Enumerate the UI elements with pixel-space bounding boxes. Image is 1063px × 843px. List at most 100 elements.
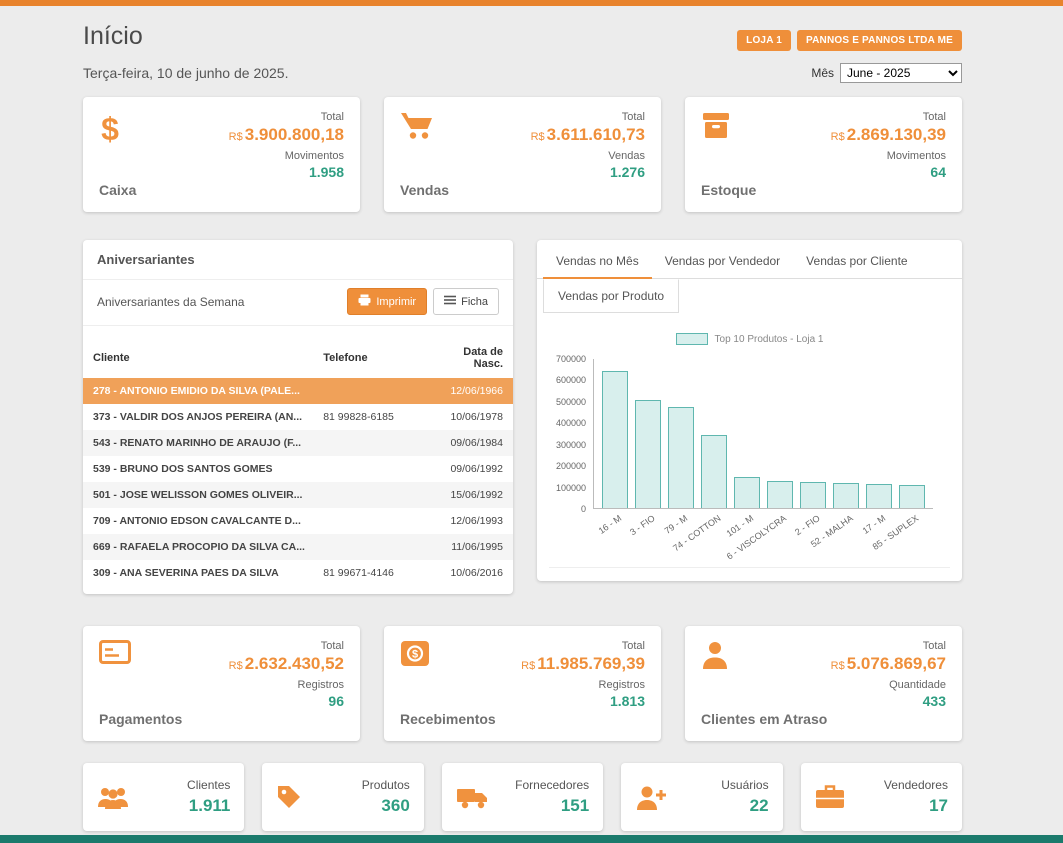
birthdate-cell: 10/06/2016 — [427, 560, 513, 586]
phone-cell: 81 99828-6185 — [315, 404, 427, 430]
birthdate-cell: 09/06/1984 — [427, 430, 513, 456]
phone-cell — [315, 534, 427, 560]
y-tick-label: 600000 — [556, 375, 586, 385]
column-header-cliente: Cliente — [83, 338, 315, 378]
mini-card-produtos: Produtos 360 — [262, 763, 423, 831]
birthdate-cell: 12/06/1993 — [427, 508, 513, 534]
total-label: Total — [521, 640, 645, 652]
table-row[interactable]: 539 - BRUNO DOS SANTOS GOMES09/06/1992 — [83, 456, 513, 482]
top-stat-cards: $ Caixa Total R$3.900.800,18 Movimentos … — [83, 97, 962, 212]
total-label: Total — [531, 111, 645, 123]
column-header-data-nasc: Data de Nasc. — [427, 338, 513, 378]
total-label: Total — [831, 111, 946, 123]
bar-group: 101 - M — [734, 477, 760, 508]
total-amount: R$3.900.800,18 — [229, 125, 344, 145]
phone-cell: 81 99671-4146 — [315, 560, 427, 586]
table-row[interactable]: 543 - RENATO MARINHO DE ARAUJO (F...09/0… — [83, 430, 513, 456]
birthdays-table: Cliente Telefone Data de Nasc. 278 - ANT… — [83, 338, 513, 586]
date-row: Terça-feira, 10 de junho de 2025. Mês Ju… — [83, 63, 962, 83]
dashboard-page: Início LOJA 1 PANNOS E PANNOS LTDA ME Te… — [0, 0, 1063, 843]
mini-card-label: Clientes — [135, 778, 230, 792]
total-amount: R$2.869.130,39 — [831, 125, 946, 145]
bar-group: 52 - MALHA — [833, 483, 859, 508]
count-value: 1.276 — [531, 164, 645, 180]
bar-group: 16 - M — [602, 371, 628, 508]
company-button[interactable]: PANNOS E PANNOS LTDA ME — [797, 30, 962, 51]
chart-bars: 16 - M3 - FIO79 - M74 - COTTON101 - M6 -… — [593, 359, 933, 509]
mini-card-clientes: Clientes 1.911 — [83, 763, 244, 831]
y-tick-label: 300000 — [556, 440, 586, 450]
mini-card-value: 22 — [673, 796, 768, 816]
bar — [899, 485, 925, 508]
ficha-button[interactable]: Ficha — [433, 288, 499, 315]
birthdate-cell: 15/06/1992 — [427, 482, 513, 508]
mini-card-fornecedores: Fornecedores 151 — [442, 763, 603, 831]
month-select[interactable]: June - 2025 — [840, 63, 962, 83]
people-icon — [97, 785, 135, 809]
header: Início LOJA 1 PANNOS E PANNOS LTDA ME — [83, 22, 962, 51]
table-header-row: Cliente Telefone Data de Nasc. — [83, 338, 513, 378]
stat-card-title: Caixa — [99, 182, 136, 198]
main-content: Início LOJA 1 PANNOS E PANNOS LTDA ME Te… — [0, 6, 1063, 831]
mini-card-label: Usuários — [673, 778, 768, 792]
bar-group: 6 - VISCOLYCRA — [767, 481, 793, 508]
mini-card-value: 17 — [853, 796, 948, 816]
header-buttons: LOJA 1 PANNOS E PANNOS LTDA ME — [737, 30, 962, 51]
briefcase-icon — [815, 784, 853, 810]
birthdays-table-body: 278 - ANTONIO EMIDIO DA SILVA (PALE... 12… — [83, 378, 513, 586]
store-button[interactable]: LOJA 1 — [737, 30, 791, 51]
mini-stat-cards: Clientes 1.911 Produtos 360 Forneced — [83, 763, 962, 831]
table-row[interactable]: 501 - JOSE WELISSON GOMES OLIVEIR...15/0… — [83, 482, 513, 508]
phone-cell — [315, 508, 427, 534]
mini-card-label: Fornecedores — [494, 778, 589, 792]
print-button[interactable]: Imprimir — [347, 288, 427, 315]
credit-card-icon — [99, 640, 182, 665]
table-row[interactable]: 309 - ANA SEVERINA PAES DA SILVA81 99671… — [83, 560, 513, 586]
client-cell: 278 - ANTONIO EMIDIO DA SILVA (PALE... — [83, 378, 315, 404]
mini-card-label: Vendedores — [853, 778, 948, 792]
table-row[interactable]: 278 - ANTONIO EMIDIO DA SILVA (PALE...12… — [83, 378, 513, 404]
bar-group: 85 - SUPLEX — [899, 485, 925, 508]
tab-vendas-por-cliente[interactable]: Vendas por Cliente — [793, 244, 920, 278]
table-row[interactable]: 669 - RAFAELA PROCOPIO DA SILVA CA... 11/… — [83, 534, 513, 560]
bar — [701, 435, 727, 508]
tab-vendas-por-vendedor[interactable]: Vendas por Vendedor — [652, 244, 793, 278]
table-row[interactable]: 709 - ANTONIO EDSON CAVALCANTE D...12/06… — [83, 508, 513, 534]
birthdate-cell: 11/06/1995 — [427, 534, 513, 560]
count-label: Quantidade — [831, 679, 946, 691]
client-cell: 669 - RAFAELA PROCOPIO DA SILVA CA... — [83, 534, 315, 560]
client-cell: 309 - ANA SEVERINA PAES DA SILVA — [83, 560, 315, 586]
list-icon — [444, 295, 456, 308]
stat-card-pagamentos: Pagamentos Total R$2.632.430,52 Registro… — [83, 626, 360, 741]
phone-cell — [315, 482, 427, 508]
total-amount: R$11.985.769,39 — [521, 654, 645, 674]
bar-group: 3 - FIO — [635, 400, 661, 508]
sales-tabs: Vendas no Mês Vendas por Vendedor Vendas… — [537, 240, 962, 279]
month-label: Mês — [811, 66, 834, 80]
bar — [767, 481, 793, 508]
y-tick-label: 400000 — [556, 418, 586, 428]
middle-row: Aniversariantes Aniversariantes da Seman… — [83, 240, 962, 594]
bar — [602, 371, 628, 508]
table-row[interactable]: 373 - VALDIR DOS ANJOS PEREIRA (AN...81 … — [83, 404, 513, 430]
birthdate-cell: 09/06/1992 — [427, 456, 513, 482]
y-tick-label: 0 — [581, 504, 586, 514]
column-header-telefone: Telefone — [315, 338, 427, 378]
count-label: Movimentos — [229, 150, 344, 162]
legend-swatch — [676, 333, 708, 345]
bar-group: 2 - FIO — [800, 482, 826, 508]
tag-icon — [276, 784, 314, 810]
y-tick-label: 100000 — [556, 483, 586, 493]
tab-vendas-no-mes[interactable]: Vendas no Mês — [543, 244, 652, 279]
sales-tabs-row2: Vendas por Produto — [537, 279, 962, 313]
mini-card-value: 151 — [494, 796, 589, 816]
tab-vendas-por-produto[interactable]: Vendas por Produto — [543, 279, 679, 313]
mini-card-label: Produtos — [314, 778, 409, 792]
stat-card-title: Vendas — [400, 182, 449, 198]
svg-text:$: $ — [412, 649, 418, 661]
client-cell: 373 - VALDIR DOS ANJOS PEREIRA (AN... — [83, 404, 315, 430]
count-value: 1.813 — [521, 693, 645, 709]
page-title: Início — [83, 22, 143, 51]
total-label: Total — [229, 111, 344, 123]
bar-chart: 7000006000005000004000003000002000001000… — [537, 359, 962, 509]
